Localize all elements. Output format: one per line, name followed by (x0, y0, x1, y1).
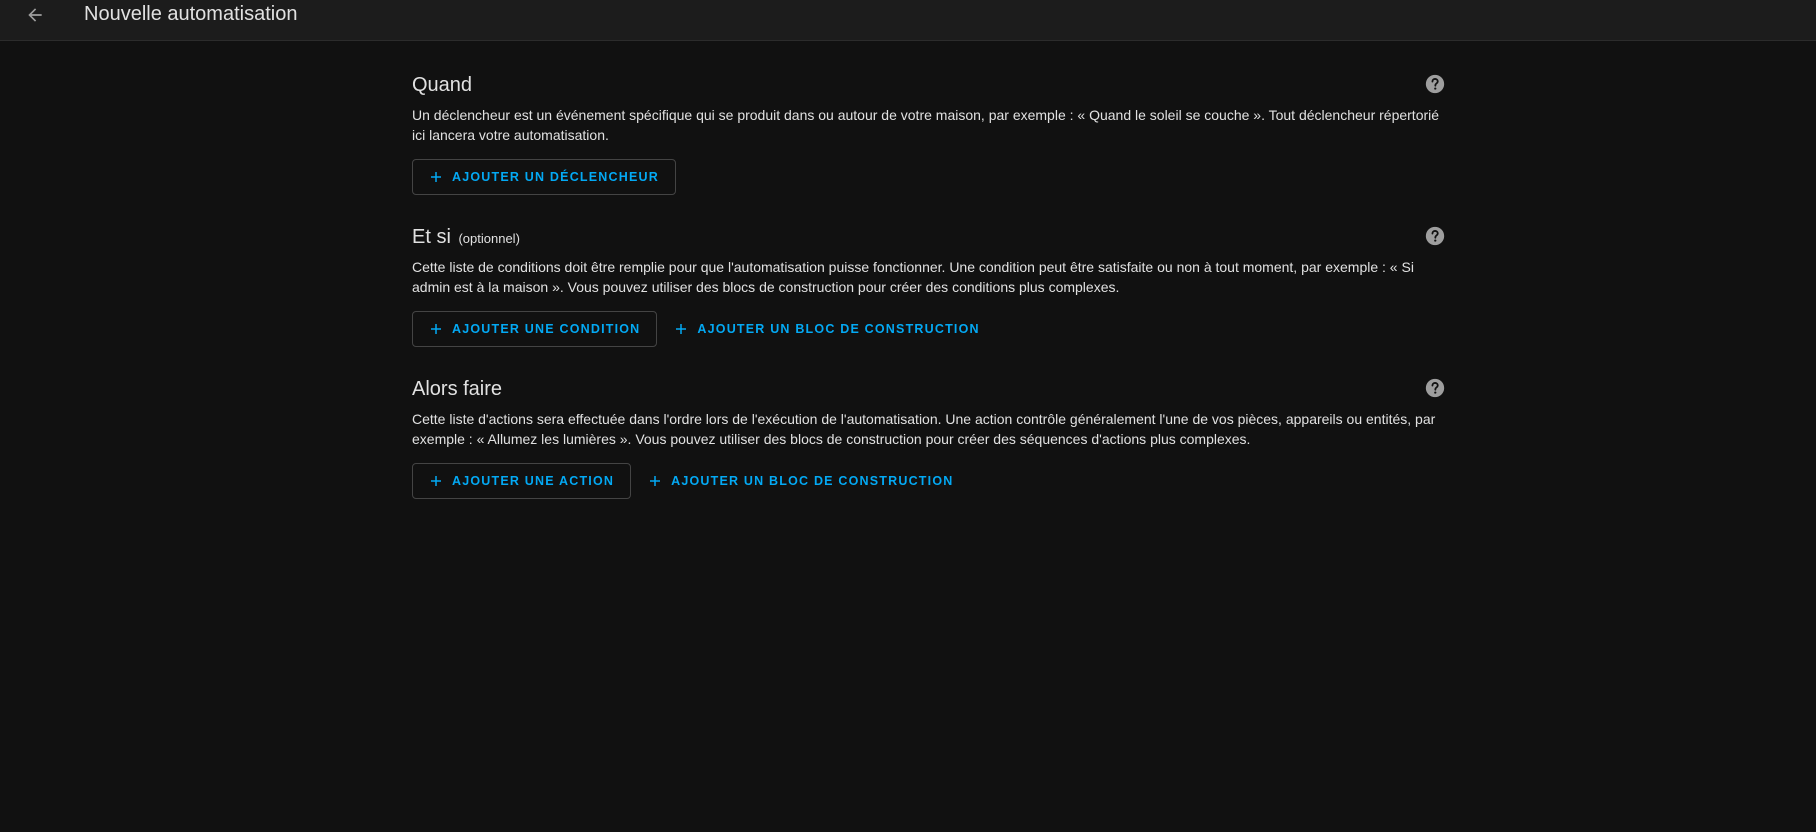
section-header: Et si (optionnel) (412, 222, 1446, 252)
plus-icon (431, 172, 441, 182)
section-title-text: Et si (412, 226, 451, 248)
add-trigger-button[interactable]: AJOUTER UN DÉCLENCHEUR (412, 159, 676, 195)
help-circle-icon[interactable] (1424, 225, 1446, 247)
section-actions: AJOUTER UNE ACTION AJOUTER UN BLOC DE CO… (412, 463, 1446, 499)
help-circle-icon[interactable] (1424, 73, 1446, 95)
section-actions: AJOUTER UNE CONDITION AJOUTER UN BLOC DE… (412, 311, 1446, 347)
section-actions-list: Alors faire Cette liste d'actions sera e… (412, 374, 1446, 499)
section-header: Quand (412, 70, 1446, 100)
add-condition-building-block-button[interactable]: AJOUTER UN BLOC DE CONSTRUCTION (667, 311, 995, 347)
button-label: AJOUTER UN DÉCLENCHEUR (452, 170, 659, 184)
section-header: Alors faire (412, 374, 1446, 404)
add-action-building-block-button[interactable]: AJOUTER UN BLOC DE CONSTRUCTION (641, 463, 969, 499)
plus-icon (676, 324, 687, 334)
button-label: AJOUTER UNE CONDITION (452, 322, 641, 336)
section-title: Et si (optionnel) (412, 225, 520, 251)
section-conditions: Et si (optionnel) Cette liste de conditi… (412, 222, 1446, 347)
back-button[interactable] (22, 2, 48, 28)
section-title-text: Alors faire (412, 378, 503, 400)
section-description: Cette liste d'actions sera effectuée dan… (412, 411, 1436, 447)
add-condition-button[interactable]: AJOUTER UNE CONDITION (412, 311, 658, 347)
page-title: Nouvelle automatisation (84, 3, 298, 25)
top-app-bar: Nouvelle automatisation (0, 0, 1816, 41)
plus-icon (650, 476, 661, 486)
plus-icon (431, 324, 441, 334)
button-label: AJOUTER UNE ACTION (452, 474, 615, 488)
automation-editor: Quand Un déclencheur est un événement sp… (412, 70, 1446, 499)
button-label: AJOUTER UN BLOC DE CONSTRUCTION (671, 474, 954, 488)
section-title-text: Quand (412, 74, 473, 96)
button-label: AJOUTER UN BLOC DE CONSTRUCTION (697, 322, 980, 336)
plus-icon (431, 476, 441, 486)
section-title: Quand (412, 73, 472, 97)
section-description: Un déclencheur est un événement spécifiq… (412, 107, 1440, 143)
add-action-button[interactable]: AJOUTER UNE ACTION (412, 463, 632, 499)
help-circle-icon[interactable] (1424, 377, 1446, 399)
section-description: Cette liste de conditions doit être remp… (412, 259, 1414, 295)
optional-label: (optionnel) (458, 231, 520, 246)
section-actions: AJOUTER UN DÉCLENCHEUR (412, 159, 1446, 195)
arrow-left-icon (28, 8, 42, 22)
section-triggers: Quand Un déclencheur est un événement sp… (412, 70, 1446, 195)
section-title: Alors faire (412, 377, 502, 401)
